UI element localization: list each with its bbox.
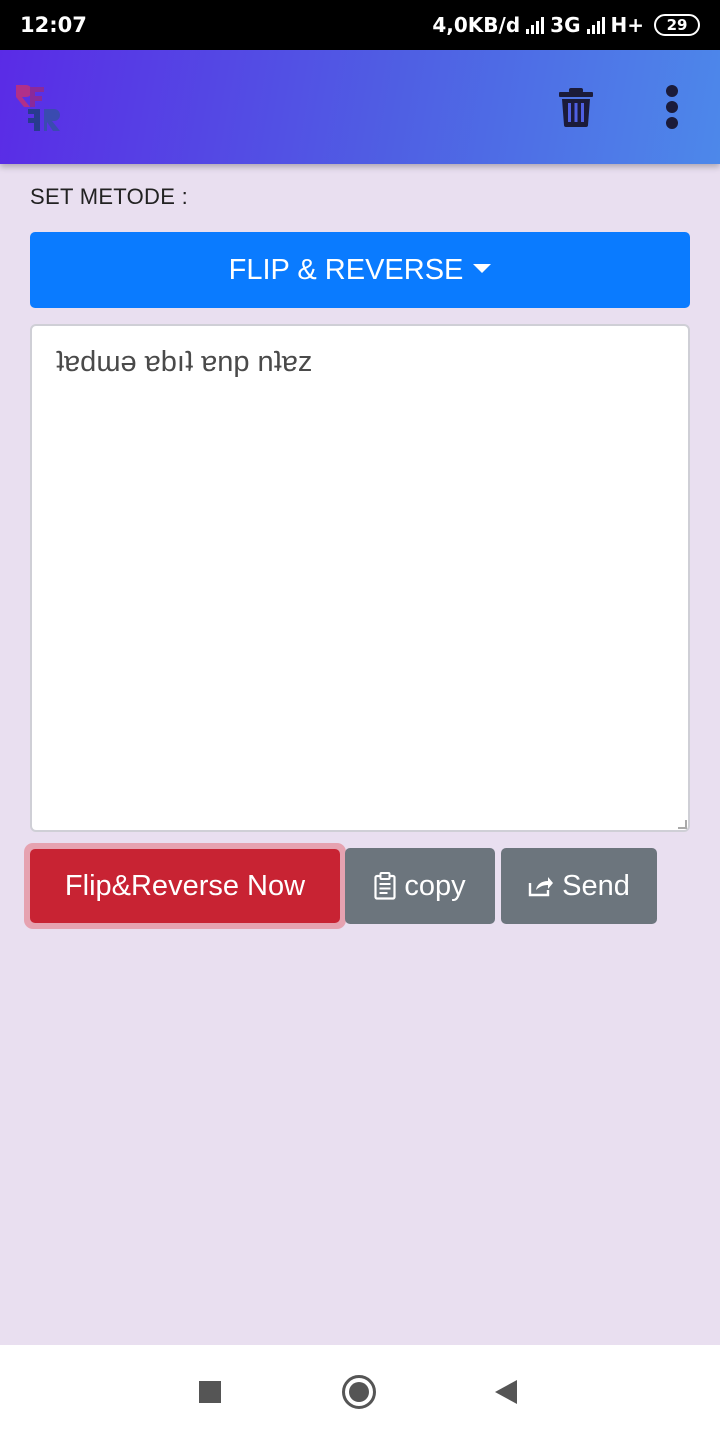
system-nav-bar [0,1345,720,1440]
status-bar: 12:07 4,0KB/d 3G H+ 29 [0,0,720,50]
copy-label: copy [404,869,466,902]
flip-reverse-label: Flip&Reverse Now [64,869,306,902]
flip-reverse-logo-icon [16,85,60,131]
share-icon [528,877,554,897]
method-label: SET METODE : [30,184,189,209]
network-type-3g: 3G [550,13,581,37]
back-icon[interactable] [495,1380,517,1404]
app-bar [0,50,720,164]
caret-down-icon [473,263,492,273]
text-editor[interactable]: ʇɐdɯə ɐbıʇ ɐnp nʇɐz [30,324,690,832]
more-options-button[interactable] [654,82,690,132]
send-button[interactable]: Send [501,848,657,924]
flip-reverse-button[interactable]: Flip&Reverse Now [24,843,346,929]
status-time: 12:07 [20,13,87,37]
battery-icon: 29 [654,14,700,36]
network-type-hplus: H+ [610,13,645,37]
method-selected: FLIP & REVERSE [228,253,464,286]
home-icon[interactable] [342,1375,376,1409]
recent-apps-icon[interactable] [199,1381,221,1403]
signal-icon [526,16,545,34]
delete-button[interactable] [554,84,598,130]
method-dropdown[interactable]: FLIP & REVERSE [30,232,690,308]
send-label: Send [562,869,630,902]
resize-handle-icon[interactable] [678,820,687,829]
more-vert-icon [666,85,678,97]
clipboard-icon [374,872,396,900]
network-speed: 4,0KB/d [432,13,521,37]
status-indicators: 4,0KB/d 3G H+ 29 [432,13,700,37]
battery-level: 29 [666,16,688,34]
trash-icon [559,88,593,127]
copy-button[interactable]: copy [345,848,495,924]
signal-icon [586,16,605,34]
